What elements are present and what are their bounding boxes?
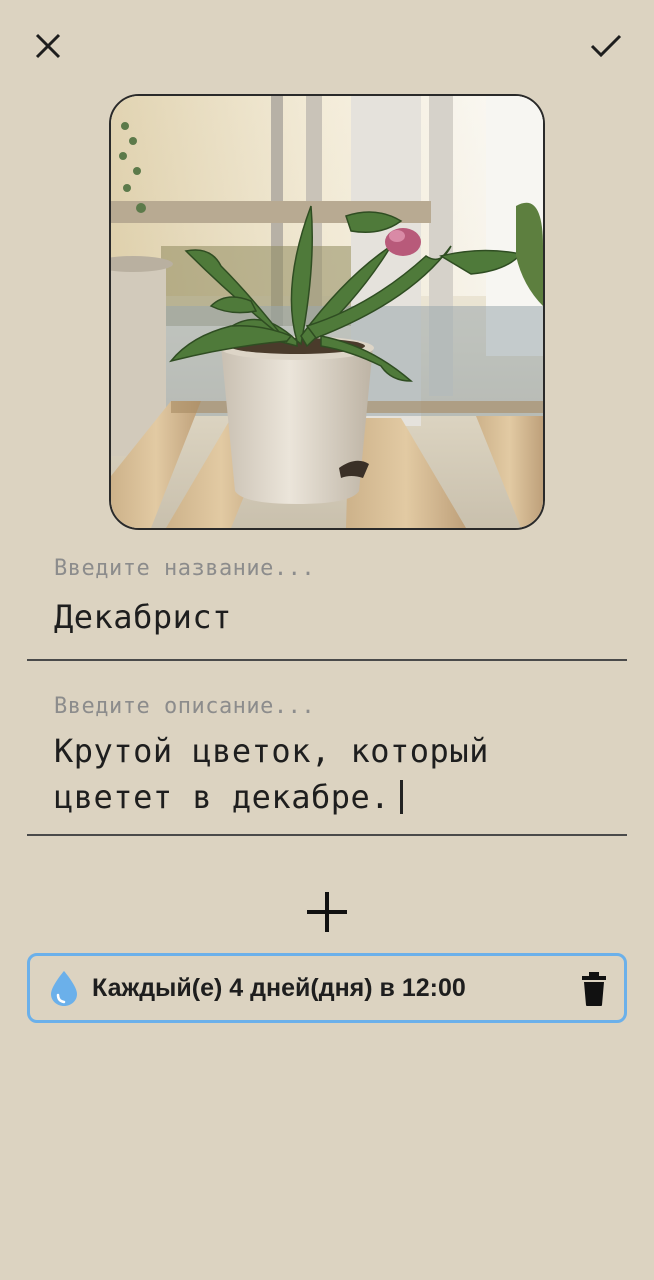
schedule-text: Каждый(е) 4 дней(дня) в 12:00: [92, 974, 466, 1002]
name-underline: [27, 659, 627, 661]
plus-icon: [307, 892, 347, 932]
text-cursor: [400, 780, 404, 814]
check-icon: [590, 34, 622, 58]
description-line-1: Крутой цветок, который: [54, 732, 489, 770]
name-hint: Введите название...: [54, 556, 316, 581]
add-schedule-button[interactable]: [303, 888, 351, 936]
water-drop-icon: [51, 971, 77, 1006]
close-button[interactable]: [24, 22, 72, 70]
watering-schedule-item[interactable]: Каждый(е) 4 дней(дня) в 12:00: [27, 953, 627, 1023]
name-input[interactable]: Декабрист: [54, 594, 232, 640]
description-underline: [27, 834, 627, 836]
plant-photo[interactable]: [109, 94, 545, 530]
description-input[interactable]: Крутой цветок, который цветет в декабре.: [54, 728, 574, 820]
description-line-2-text: цветет в декабре.: [54, 778, 391, 816]
confirm-button[interactable]: [582, 22, 630, 70]
description-line-2: цветет в декабре.: [54, 774, 574, 820]
trash-icon[interactable]: [578, 971, 610, 1007]
description-hint: Введите описание...: [54, 694, 316, 719]
plant-photo-image: [111, 96, 543, 528]
close-icon: [35, 33, 61, 59]
